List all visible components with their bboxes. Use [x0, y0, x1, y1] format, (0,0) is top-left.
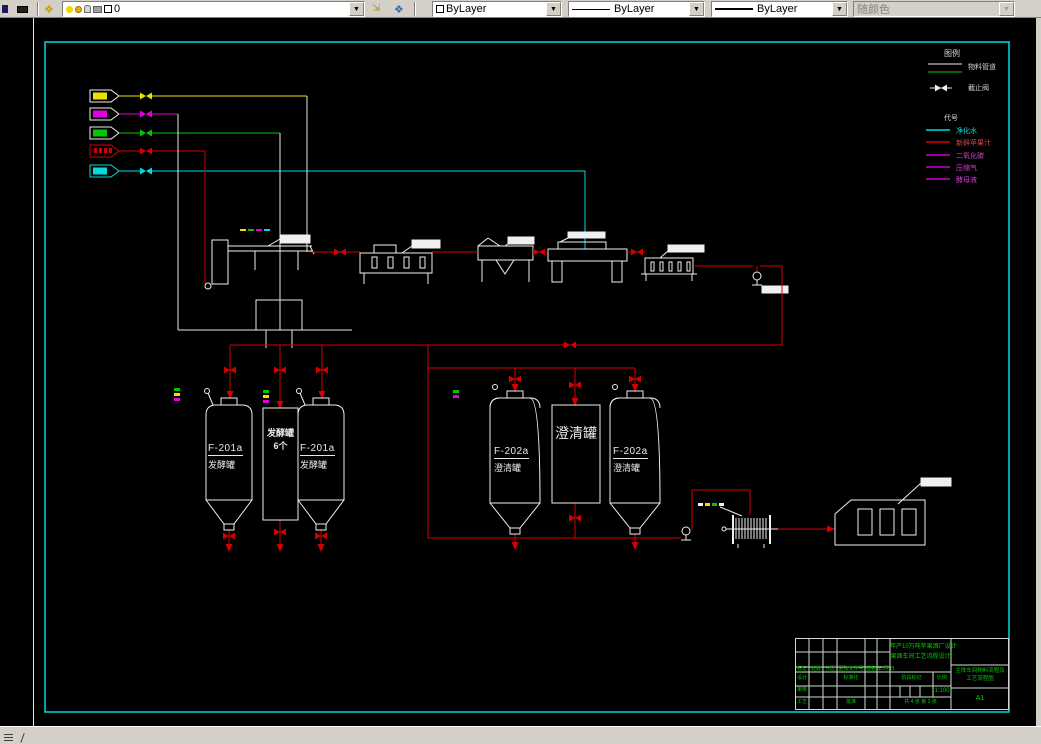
color-legend-item: 净化水: [956, 128, 977, 135]
tb-header-count: 处数: [810, 666, 821, 672]
layer-plot-printer-icon[interactable]: [93, 5, 102, 13]
tb-drawing-title-line2: 工艺流程图: [966, 676, 994, 682]
lineweight-dropdown-arrow[interactable]: ▼: [832, 2, 847, 16]
lineweight-control-dropdown[interactable]: ByLayer ▼: [711, 1, 848, 17]
current-layer-name: 0: [114, 3, 121, 15]
layout-tabs-icon[interactable]: [4, 740, 13, 741]
tb-header-sign: 签名: [865, 666, 876, 672]
clipped-toolbar-icon[interactable]: [0, 1, 10, 17]
object-properties-toolbar: ❖ 0 ▼ ⇲ ❖ ByLayer ▼ ByLayer ▼ ByLayer ▼ …: [0, 0, 1041, 18]
swatch-button[interactable]: [13, 1, 33, 17]
tb-sheet-size: A1: [975, 695, 985, 702]
linetype-control-value: ByLayer: [614, 3, 655, 15]
clarify-tank-mid-name: 澄清罐: [555, 425, 597, 441]
tb-header-mark: 标记: [796, 666, 807, 672]
make-object-layer-current-icon[interactable]: ⇲: [369, 1, 388, 17]
plot-style-dropdown-arrow: ▼: [999, 2, 1014, 16]
plot-style-value: 随颜色: [857, 4, 890, 16]
ferment-tank-mid-count: 6个: [273, 441, 288, 451]
lineweight-control-value: ByLayer: [757, 3, 798, 15]
ferment-tank-left-name: 发酵罐: [208, 460, 236, 470]
color-legend-item: 酵母液: [956, 177, 977, 184]
layer-on-bulb-icon[interactable]: [66, 5, 73, 13]
color-legend-item: 压缩气: [956, 165, 977, 172]
color-legend-item: 新鲜苹果汁: [956, 140, 991, 147]
layers-dialog-icon[interactable]: ❖: [41, 1, 60, 17]
tb-row-check: 审核: [796, 687, 807, 693]
tb-row-approve: 批准: [845, 699, 856, 705]
clarify-tank-right-name: 澄清罐: [613, 463, 641, 473]
tb-sheet-info: 共 4 张 第 3 张: [904, 699, 937, 705]
legend-pipe-label: 物料管道: [968, 64, 996, 71]
clarify-tank-left-code: F-202a: [494, 446, 529, 459]
layer-freeze-sun-icon[interactable]: [75, 5, 82, 13]
layer-color-swatch[interactable]: [104, 5, 112, 13]
bylayer-color-swatch: [436, 5, 444, 13]
linetype-dropdown-arrow[interactable]: ▼: [689, 2, 704, 16]
clarify-tank-right-code: F-202a: [613, 446, 648, 459]
tab-divider: [20, 733, 25, 743]
ferment-tank-right-name: 发酵罐: [300, 460, 328, 470]
tb-row-design: 设计: [796, 675, 807, 681]
title-block: 标记 处数 分区 更改文件号 签名 年.月.日 设计 标准化 审核 工艺 批准 …: [795, 638, 1009, 710]
linetype-sample-icon: [572, 8, 610, 10]
status-bar[interactable]: [0, 726, 1041, 744]
ferment-tank-mid-name: 发酵罐: [266, 428, 294, 438]
layer-previous-icon[interactable]: ❖: [391, 1, 410, 17]
color-dropdown-arrow[interactable]: ▼: [546, 2, 561, 16]
tb-header-docno: 更改文件号: [838, 666, 864, 672]
layer-dropdown-arrow[interactable]: ▼: [349, 2, 364, 16]
tb-row-craft: 工艺: [796, 699, 807, 705]
toolbar-separator: [414, 2, 416, 16]
color-legend-item: 二氧化碳: [956, 153, 984, 160]
tb-project-line2: 果酒车间工艺流程设计: [890, 654, 951, 660]
layer-lock-icon[interactable]: [84, 5, 91, 13]
layout-tabs-icon[interactable]: [4, 734, 13, 735]
ferment-tank-left-code: F-201a: [208, 443, 243, 456]
cad-application-window: ❖ 0 ▼ ⇲ ❖ ByLayer ▼ ByLayer ▼ ByLayer ▼ …: [0, 0, 1041, 744]
legend-valve-label: 截止阀: [968, 85, 989, 92]
ferment-tank-right-code: F-201a: [300, 443, 335, 456]
color-control-value: ByLayer: [446, 3, 487, 15]
layout-tabs-icon[interactable]: [4, 737, 13, 738]
color-legend-title: 代号: [944, 115, 958, 122]
toolbar-separator: [37, 2, 39, 16]
window-right-edge: [1036, 18, 1041, 726]
viewport-border: [33, 18, 1036, 726]
color-control-dropdown[interactable]: ByLayer ▼: [432, 1, 562, 17]
lineweight-sample-icon: [715, 8, 753, 10]
clarify-tank-left-name: 澄清罐: [494, 463, 522, 473]
tb-drawing-title-line1: 主体车间物料流程及: [955, 668, 1005, 674]
tb-stage-label: 阶段标记: [901, 675, 922, 681]
model-space-canvas[interactable]: 图例 物料管道 截止阀 代号 净化水 新鲜苹果汁 二氧化碳 压缩气 酵母液 F-…: [0, 18, 1041, 726]
plot-style-dropdown: 随颜色 ▼: [853, 1, 1015, 17]
layer-dropdown[interactable]: 0 ▼: [62, 1, 365, 17]
linetype-control-dropdown[interactable]: ByLayer ▼: [568, 1, 705, 17]
tb-header-date: 年.月.日: [877, 666, 895, 672]
tb-header-zone: 分区: [824, 666, 835, 672]
tb-project-line1: 年产10万吨苹果酒厂设计: [890, 644, 957, 650]
tb-scale-label: 比例: [936, 675, 947, 681]
tb-scale-value: 1:100: [934, 688, 950, 694]
tb-row-standard: 标准化: [843, 675, 859, 681]
legend-title: 图例: [944, 49, 960, 58]
